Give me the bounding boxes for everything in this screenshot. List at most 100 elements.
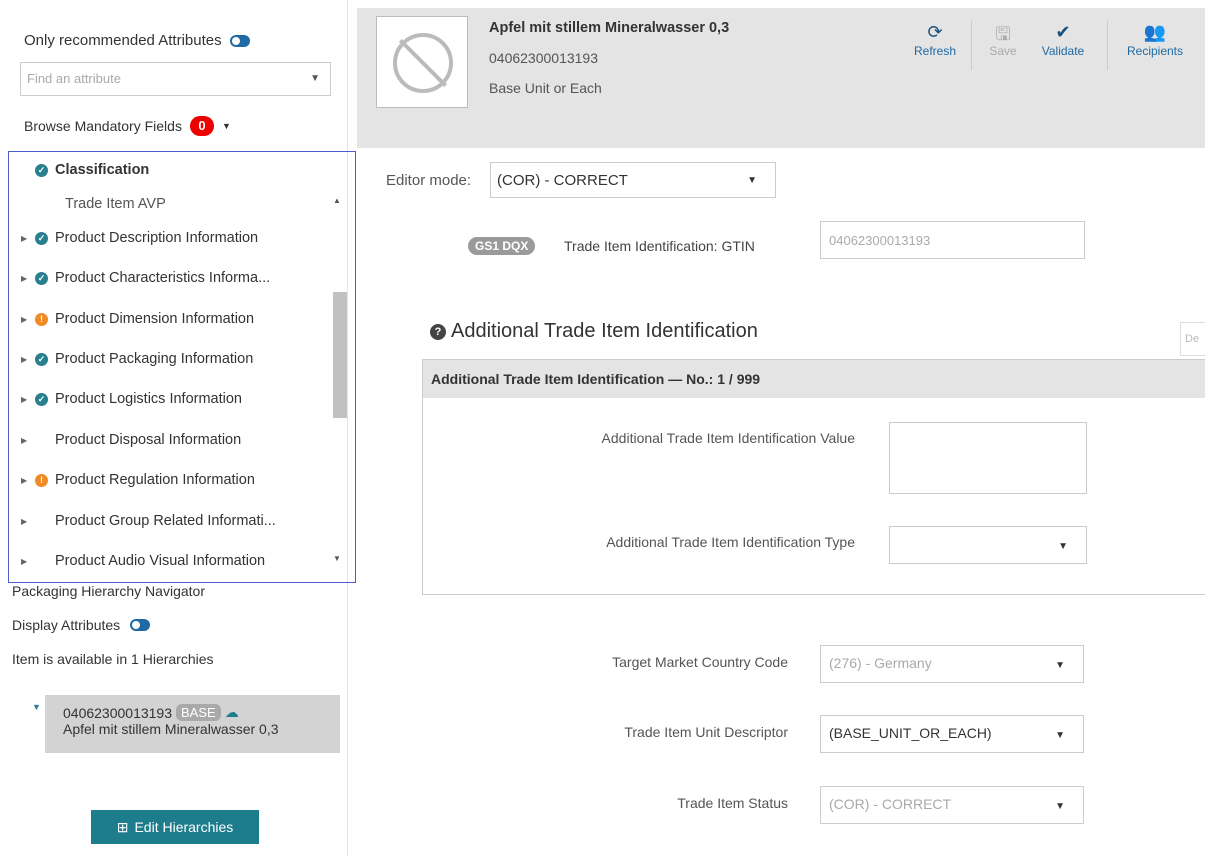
recipients-button[interactable]: 👥 Recipients <box>1119 22 1191 58</box>
caret-right-icon[interactable]: ▶ <box>21 355 35 364</box>
tree-item-label: Product Description Information <box>55 230 259 246</box>
caret-right-icon[interactable]: ▶ <box>21 517 35 526</box>
edit-hierarchies-button[interactable]: ⊞ Edit Hierarchies <box>91 810 259 844</box>
tree-item-label: Product Packaging Information <box>55 351 254 367</box>
chevron-down-icon: ▼ <box>310 73 320 84</box>
no-image-icon <box>393 33 453 93</box>
tree-item-group-related[interactable]: ▶ Product Group Related Informati... <box>9 501 329 541</box>
country-code-label: Target Market Country Code <box>612 654 788 670</box>
country-code-select[interactable]: (276) - Germany ▼ <box>820 645 1084 683</box>
tree-item-label: Product Logistics Information <box>55 391 242 407</box>
question-circle-icon[interactable]: ? <box>430 323 446 340</box>
add-id-type-select[interactable]: ▼ <box>889 526 1087 564</box>
recipients-label: Recipients <box>1126 44 1184 58</box>
section-title-text: Additional Trade Item Identification <box>451 320 758 342</box>
save-icon: 🖫 <box>995 24 1011 44</box>
browse-mandatory-row[interactable]: Browse Mandatory Fields 0 ▼ <box>24 116 231 136</box>
refresh-button[interactable]: ⟳ Refresh <box>907 22 963 58</box>
add-id-value-field[interactable] <box>889 422 1087 494</box>
save-label: Save <box>989 44 1017 58</box>
warning-icon: ! <box>35 473 48 487</box>
add-id-type-label: Additional Trade Item Identification Typ… <box>606 534 855 550</box>
tree-item-label: Product Characteristics Informa... <box>55 270 271 286</box>
save-button[interactable]: 🖫 Save <box>983 22 1023 58</box>
mandatory-count-badge: 0 <box>189 116 214 136</box>
gtin-label: Trade Item Identification: GTIN <box>564 238 755 254</box>
tree-item-label: Product Group Related Informati... <box>55 513 276 529</box>
tree-item-logistics[interactable]: ▶ ✓ Product Logistics Information <box>9 379 329 419</box>
display-attributes-toggle[interactable] <box>130 619 151 631</box>
tree-item-packaging[interactable]: ▶ ✓ Product Packaging Information <box>9 339 329 379</box>
chevron-down-icon: ▼ <box>1055 801 1065 812</box>
caret-right-icon[interactable]: ▶ <box>21 557 35 566</box>
chevron-down-icon: ▼ <box>1055 660 1065 671</box>
check-circle-icon: ✓ <box>35 231 48 245</box>
recommended-row: Only recommended Attributes <box>24 32 250 49</box>
tree-item-label: Trade Item AVP <box>65 196 166 212</box>
warning-icon: ! <box>35 312 48 326</box>
scroll-down-icon[interactable]: ▼ <box>333 554 341 563</box>
group-header: Additional Trade Item Identification — N… <box>423 360 1205 398</box>
additional-id-group: Additional Trade Item Identification — N… <box>422 359 1205 595</box>
hierarchy-gtin: 04062300013193 <box>63 704 173 721</box>
hierarchy-item-name: Apfel mit stillem Mineralwasser 0,3 <box>63 721 279 737</box>
tree-item-dimension[interactable]: ▶ ! Product Dimension Information <box>9 299 329 339</box>
item-gtin: 04062300013193 <box>489 50 599 66</box>
base-tag: BASE <box>176 704 221 721</box>
check-circle-icon: ✓ <box>35 352 48 366</box>
caret-down-icon[interactable]: ▼ <box>32 702 41 712</box>
find-attribute-select[interactable]: Find an attribute ▼ <box>20 62 331 96</box>
validate-label: Validate <box>1041 44 1085 58</box>
country-code-value: (276) - Germany <box>829 655 932 671</box>
editor-mode-label: Editor mode: <box>386 172 472 189</box>
tree-item-characteristics[interactable]: ▶ ✓ Product Characteristics Informa... <box>9 258 329 298</box>
trade-item-status-select[interactable]: (COR) - CORRECT ▼ <box>820 786 1084 824</box>
scrollbar-thumb[interactable] <box>333 292 347 418</box>
section-title: ? Additional Trade Item Identification <box>430 320 758 343</box>
display-attributes-label: Display Attributes <box>12 617 121 633</box>
tree-scrollbar[interactable]: ▲ ▼ <box>331 192 347 572</box>
gtin-field[interactable]: 04062300013193 <box>820 221 1085 259</box>
browse-mandatory-label: Browse Mandatory Fields <box>24 118 182 134</box>
user-plus-icon: 👥 <box>1143 22 1167 42</box>
item-header: Apfel mit stillem Mineralwasser 0,3 0406… <box>357 8 1205 148</box>
chevron-down-icon: ▼ <box>1055 730 1065 741</box>
unit-descriptor-label: Trade Item Unit Descriptor <box>624 724 788 740</box>
hierarchy-node-header: 04062300013193 BASE ☁ <box>63 704 322 721</box>
tree-item-description[interactable]: ▶ ✓ Product Description Information <box>9 218 329 258</box>
chevron-down-icon: ▼ <box>221 121 231 131</box>
caret-right-icon[interactable]: ▶ <box>21 436 35 445</box>
caret-right-icon[interactable]: ▶ <box>21 274 35 283</box>
caret-right-icon[interactable]: ▶ <box>21 395 35 404</box>
caret-right-icon[interactable]: ▶ <box>21 476 35 485</box>
tree-item-disposal[interactable]: ▶ Product Disposal Information <box>9 420 329 460</box>
recommended-toggle[interactable] <box>229 34 250 47</box>
tree-item-label: Product Audio Visual Information <box>55 553 266 569</box>
tree-item-label: Product Regulation Information <box>55 472 255 488</box>
chevron-down-icon: ▼ <box>1058 541 1068 552</box>
hierarchy-node[interactable]: 04062300013193 BASE ☁ Apfel mit stillem … <box>45 695 340 753</box>
product-image-placeholder <box>376 16 468 108</box>
tree-item-label: Product Dimension Information <box>55 311 255 327</box>
item-title: Apfel mit stillem Mineralwasser 0,3 <box>489 20 730 36</box>
check-circle-icon: ✓ <box>35 392 48 406</box>
item-unit: Base Unit or Each <box>489 80 602 96</box>
display-attributes-row: Display Attributes <box>12 617 151 633</box>
packaging-hierarchy-navigator-title: Packaging Hierarchy Navigator <box>12 583 205 599</box>
tree-item-regulation[interactable]: ▶ ! Product Regulation Information <box>9 460 329 500</box>
scroll-up-icon[interactable]: ▲ <box>333 196 341 205</box>
delete-button[interactable]: De <box>1180 322 1205 356</box>
sitemap-icon: ⊞ <box>116 818 129 835</box>
caret-right-icon[interactable]: ▶ <box>21 234 35 243</box>
check-icon: ✔ <box>1055 22 1071 42</box>
caret-right-icon[interactable]: ▶ <box>21 315 35 324</box>
editor-mode-select[interactable]: (COR) - CORRECT ▼ <box>490 162 776 198</box>
attribute-tree: ✓ Classification Trade Item AVP ▶ ✓ Prod… <box>8 151 356 583</box>
check-circle-icon: ✓ <box>35 271 48 285</box>
chevron-down-icon: ▼ <box>747 175 757 186</box>
tree-item-audio-visual[interactable]: ▶ Product Audio Visual Information <box>9 541 329 581</box>
edit-hierarchies-label: Edit Hierarchies <box>134 819 234 835</box>
unit-descriptor-select[interactable]: (BASE_UNIT_OR_EACH) ▼ <box>820 715 1084 753</box>
validate-button[interactable]: ✔ Validate <box>1033 22 1093 58</box>
toolbar-divider <box>971 20 972 70</box>
